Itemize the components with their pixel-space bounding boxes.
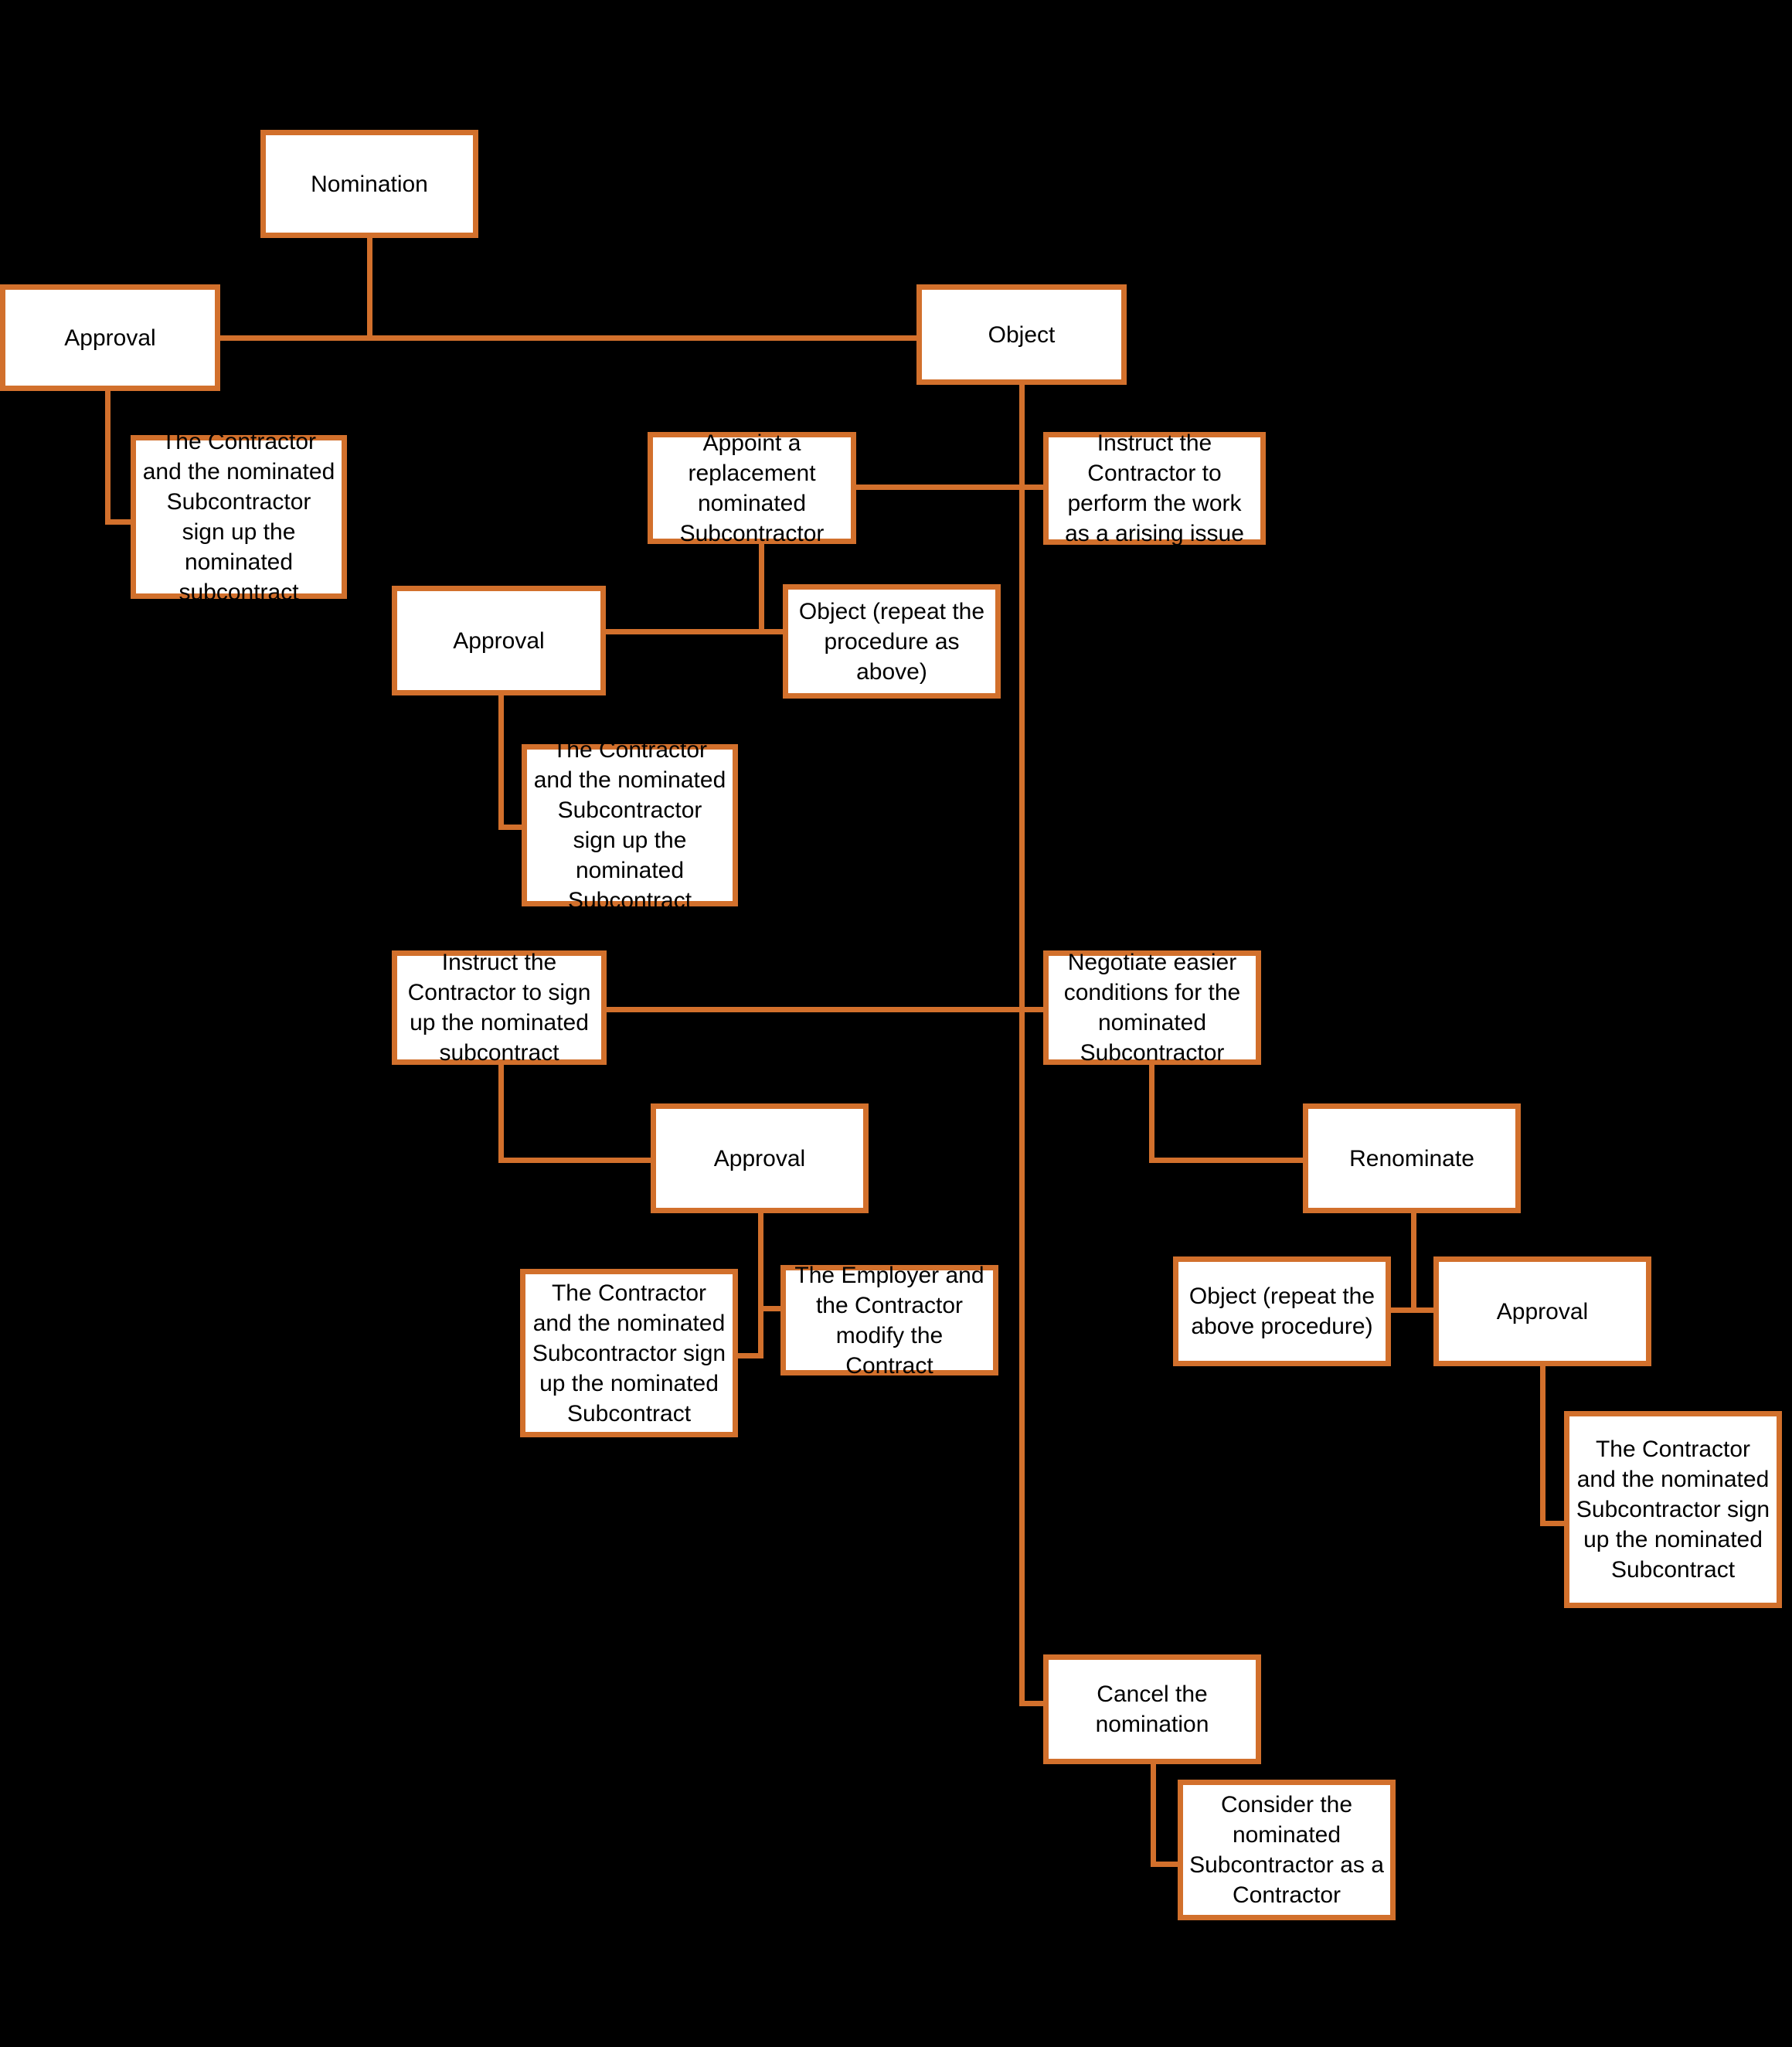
- connector-approval1-to-object1: [216, 335, 916, 341]
- node-cancel-nomination-label: Cancel the nomination: [1095, 1681, 1209, 1737]
- node-renominate-label: Renominate: [1349, 1145, 1474, 1171]
- node-object-repeat-2[interactable]: Object (repeat the above procedure): [1173, 1256, 1391, 1366]
- connector-nomination-stem: [367, 233, 372, 341]
- node-appoint-replacement[interactable]: Appoint a replacement nominated Subcontr…: [648, 430, 856, 546]
- node-sign-4[interactable]: The Contractor and the nominated Subcont…: [1564, 1411, 1782, 1608]
- node-instruct-arising-issue[interactable]: Instruct the Contractor to perform the w…: [1043, 430, 1266, 546]
- node-approval-1-label: Approval: [64, 325, 156, 351]
- node-negotiate-easier-label: Negotiate easier conditions for the nomi…: [1063, 950, 1241, 1066]
- connector-approval4-to-sign4: [1540, 1521, 1566, 1526]
- connector-approval1-stem: [105, 391, 111, 525]
- connector-approval2-to-objectrepeat1: [604, 629, 784, 634]
- node-approval-3[interactable]: Approval: [651, 1103, 869, 1213]
- node-object-1[interactable]: Object: [916, 284, 1127, 385]
- node-instruct-sign-up-label: Instruct the Contractor to sign up the n…: [407, 950, 591, 1066]
- connector-cancel-to-consider: [1151, 1862, 1179, 1867]
- connector-object1-trunk: [1019, 384, 1025, 1706]
- node-approval-2-label: Approval: [453, 627, 545, 654]
- connector-appoint-stem: [759, 542, 764, 631]
- node-sign-1-label: The Contractor and the nominated Subcont…: [142, 429, 335, 605]
- node-nomination[interactable]: Nomination: [260, 130, 478, 238]
- node-appoint-replacement-label: Appoint a replacement nominated Subcontr…: [679, 430, 825, 546]
- connector-renominate-to-approval4: [1411, 1307, 1436, 1313]
- node-modify-contract-label: The Employer and the Contractor modify t…: [794, 1262, 984, 1379]
- connector-approval3-stem: [758, 1212, 763, 1358]
- node-object-repeat-2-label: Object (repeat the above procedure): [1188, 1284, 1375, 1339]
- connector-approval3-to-sign3: [736, 1353, 763, 1358]
- connector-approval3-to-modify: [758, 1306, 781, 1311]
- connector-appoint-to-instruct-arising: [856, 485, 1022, 490]
- flowchart-canvas: Nomination Approval Object The Contracto…: [0, 0, 1792, 2047]
- connector-instructsignup-stem: [498, 1063, 504, 1163]
- connector-negotiate-to-renominate: [1149, 1158, 1304, 1163]
- node-approval-4[interactable]: Approval: [1433, 1256, 1651, 1366]
- node-sign-2-label: The Contractor and the nominated Subcont…: [533, 737, 726, 913]
- connector-trunk-to-cancel: [1019, 1701, 1044, 1706]
- node-sign-2[interactable]: The Contractor and the nominated Subcont…: [522, 737, 738, 913]
- node-instruct-sign-up[interactable]: Instruct the Contractor to sign up the n…: [392, 950, 607, 1066]
- node-renominate[interactable]: Renominate: [1303, 1103, 1521, 1213]
- connector-trunk-to-instruct-arising: [1019, 485, 1044, 490]
- connector-trunk-to-negotiate: [1019, 1007, 1044, 1012]
- connector-instructsignup-to-approval3: [498, 1158, 653, 1163]
- node-consider-as-contractor[interactable]: Consider the nominated Subcontractor as …: [1178, 1780, 1396, 1920]
- node-sign-3-label: The Contractor and the nominated Subcont…: [532, 1280, 726, 1426]
- node-object-repeat-1[interactable]: Object (repeat the procedure as above): [783, 584, 1001, 699]
- node-object-repeat-1-label: Object (repeat the procedure as above): [798, 598, 985, 685]
- node-object-1-label: Object: [988, 321, 1056, 348]
- node-modify-contract[interactable]: The Employer and the Contractor modify t…: [780, 1263, 998, 1379]
- connector-cancel-stem: [1151, 1764, 1156, 1867]
- connector-renominate-stem: [1411, 1212, 1416, 1312]
- connector-negotiate-stem: [1149, 1063, 1154, 1163]
- node-sign-3[interactable]: The Contractor and the nominated Subcont…: [520, 1269, 738, 1437]
- connector-approval2-stem: [498, 694, 504, 830]
- node-approval-2[interactable]: Approval: [392, 586, 606, 695]
- node-cancel-nomination[interactable]: Cancel the nomination: [1043, 1654, 1261, 1764]
- node-approval-1[interactable]: Approval: [0, 284, 220, 391]
- node-sign-1[interactable]: The Contractor and the nominated Subcont…: [131, 429, 347, 605]
- node-nomination-label: Nomination: [311, 171, 428, 197]
- node-consider-as-contractor-label: Consider the nominated Subcontractor as …: [1189, 1792, 1384, 1908]
- node-sign-4-label: The Contractor and the nominated Subcont…: [1576, 1437, 1770, 1583]
- connector-approval4-stem: [1540, 1360, 1545, 1526]
- node-negotiate-easier[interactable]: Negotiate easier conditions for the nomi…: [1043, 950, 1261, 1066]
- node-approval-3-label: Approval: [713, 1145, 806, 1171]
- node-approval-4-label: Approval: [1496, 1298, 1589, 1324]
- node-instruct-arising-issue-label: Instruct the Contractor to perform the w…: [1065, 430, 1244, 546]
- connector-instructsignup-to-negotiate: [607, 1007, 1022, 1012]
